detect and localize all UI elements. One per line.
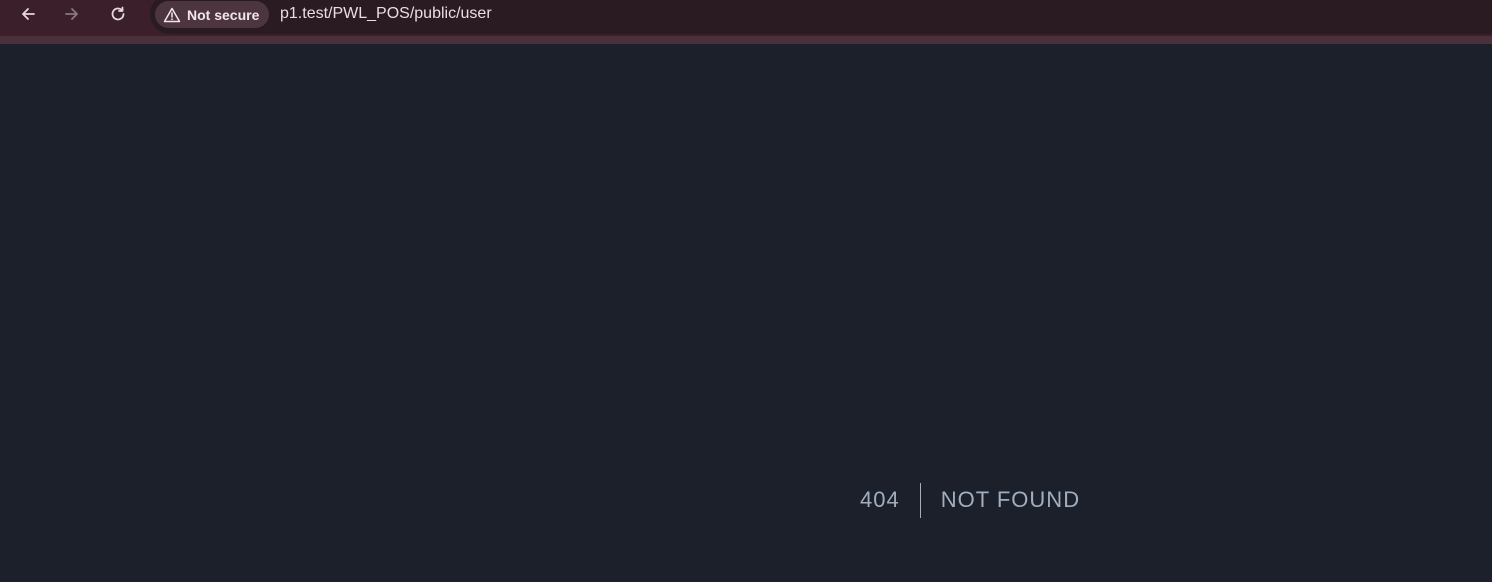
security-label: Not secure (187, 6, 260, 23)
security-indicator[interactable]: Not secure (155, 1, 270, 28)
error-container: 404 NOT FOUND (860, 482, 1080, 518)
error-message: NOT FOUND (940, 487, 1081, 512)
forward-button[interactable] (58, 2, 86, 26)
error-code: 404 (860, 487, 900, 512)
url-text[interactable]: p1.test/PWL_POS/public/user (280, 4, 492, 24)
warning-triangle-icon (163, 7, 181, 22)
browser-toolbar: Not secure p1.test/PWL_POS/public/user (0, 0, 1492, 36)
reload-icon (111, 6, 125, 21)
reload-button[interactable] (104, 2, 132, 26)
arrow-left-icon (22, 8, 35, 20)
back-button[interactable] (14, 2, 42, 26)
toolbar-bottom-strip (0, 36, 1492, 44)
arrow-right-icon (65, 8, 78, 20)
